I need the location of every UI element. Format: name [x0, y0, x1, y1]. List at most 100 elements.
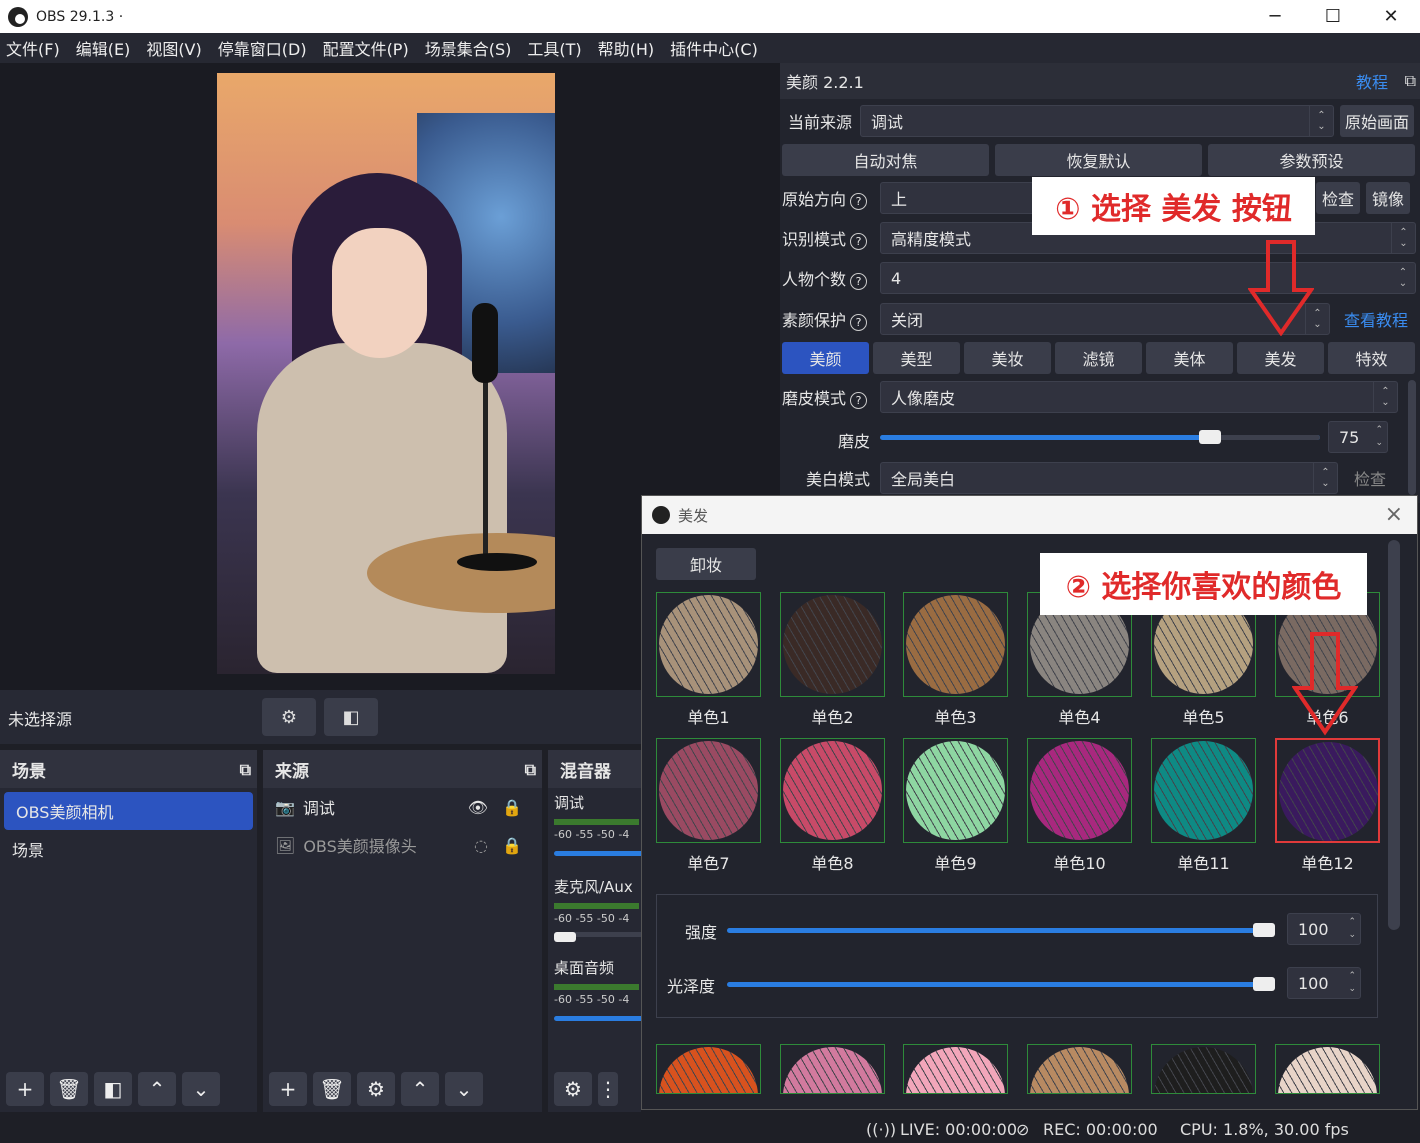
original-view-button[interactable]: 原始画面: [1340, 105, 1414, 137]
move-down-button[interactable]: ⌄: [445, 1072, 483, 1106]
eye-icon[interactable]: 👁: [468, 798, 488, 817]
popout-icon[interactable]: ⧉: [240, 760, 251, 780]
mirror-button[interactable]: 镜像: [1366, 182, 1410, 214]
hair-color-swatch[interactable]: [903, 1044, 1008, 1094]
tab-makeup[interactable]: 美妆: [964, 342, 1051, 374]
hair-color-swatch[interactable]: [903, 592, 1008, 697]
source-item[interactable]: 🖼 OBS美颜摄像头 ◌ 🔒: [263, 826, 542, 864]
mixer-menu-button[interactable]: ⋮: [598, 1072, 618, 1106]
hair-color-swatch[interactable]: [1151, 1044, 1256, 1094]
hair-color-swatch[interactable]: [1275, 738, 1380, 843]
add-scene-button[interactable]: +: [6, 1072, 44, 1106]
auto-focus-button[interactable]: 自动对焦: [782, 144, 989, 176]
smooth-mode-select[interactable]: 人像磨皮 ⌃ ⌄: [880, 381, 1398, 413]
source-item[interactable]: 📷 调试 👁 🔒: [263, 788, 542, 826]
hair-color-swatch[interactable]: [780, 738, 885, 843]
hair-color-swatch[interactable]: [656, 1044, 761, 1094]
tab-hair[interactable]: 美发: [1237, 342, 1324, 374]
tab-filter[interactable]: 滤镜: [1055, 342, 1142, 374]
hair-color-swatch[interactable]: [1275, 1044, 1380, 1094]
hair-color-swatch[interactable]: [780, 592, 885, 697]
source-filters-button[interactable]: ◧: [324, 698, 378, 736]
whitening-check-button[interactable]: 检查: [1354, 466, 1386, 490]
tutorial-link[interactable]: 教程: [1356, 69, 1388, 93]
mixer-settings-button[interactable]: ⚙: [554, 1072, 592, 1106]
menu-tools[interactable]: 工具(T): [521, 36, 591, 60]
eye-hidden-icon[interactable]: ◌: [474, 836, 488, 855]
close-icon[interactable]: ×: [1385, 502, 1403, 527]
hair-color-swatch[interactable]: [1151, 738, 1256, 843]
panel-scrollbar[interactable]: [1408, 380, 1416, 495]
menu-edit[interactable]: 编辑(E): [70, 36, 141, 60]
check-button[interactable]: 检查: [1316, 182, 1360, 214]
add-source-button[interactable]: +: [269, 1072, 307, 1106]
help-icon[interactable]: ?: [850, 392, 868, 409]
whitening-select[interactable]: 全局美白 ⌃ ⌄: [880, 462, 1338, 494]
preset-button[interactable]: 参数预设: [1208, 144, 1415, 176]
remove-source-button[interactable]: 🗑: [313, 1072, 351, 1106]
swatch-label: 单色7: [687, 854, 730, 873]
maximize-button[interactable]: ☐: [1304, 0, 1362, 33]
help-icon[interactable]: ?: [850, 193, 868, 210]
close-button[interactable]: ✕: [1362, 0, 1420, 33]
spin-value: 100: [1298, 919, 1329, 939]
minimize-button[interactable]: ─: [1246, 0, 1304, 33]
menu-help[interactable]: 帮助(H): [592, 36, 665, 60]
menu-profile[interactable]: 配置文件(P): [317, 36, 419, 60]
move-down-button[interactable]: ⌄: [182, 1072, 220, 1106]
hair-color-circle: [783, 595, 882, 694]
help-icon[interactable]: ?: [850, 314, 868, 331]
view-tutorial-link[interactable]: 查看教程: [1344, 307, 1408, 331]
move-up-button[interactable]: ⌃: [401, 1072, 439, 1106]
selected-value: 全局美白: [891, 470, 956, 489]
help-icon[interactable]: ?: [850, 233, 868, 250]
menu-plugins[interactable]: 插件中心(C): [664, 36, 768, 60]
remove-scene-button[interactable]: 🗑: [50, 1072, 88, 1106]
source-settings-button[interactable]: ⚙: [262, 698, 316, 736]
restore-default-button[interactable]: 恢复默认: [995, 144, 1202, 176]
menu-scene-collection[interactable]: 场景集合(S): [419, 36, 522, 60]
gloss-slider[interactable]: [727, 977, 1275, 991]
tab-effects[interactable]: 特效: [1328, 342, 1415, 374]
gear-icon: ⚙: [280, 706, 298, 728]
selected-value: 调试: [871, 113, 904, 132]
popout-icon[interactable]: ⧉: [525, 760, 536, 780]
menu-view[interactable]: 视图(V): [140, 36, 211, 60]
hair-color-swatch[interactable]: [1027, 1044, 1132, 1094]
chevron-updown-icon: ⌃ ⌄: [1309, 106, 1333, 136]
scene-item[interactable]: OBS美颜相机: [4, 792, 253, 830]
remove-makeup-button[interactable]: 卸妆: [656, 548, 756, 580]
tab-beauty[interactable]: 美颜: [782, 342, 869, 374]
smooth-spin[interactable]: 75 ⌃ ⌄: [1328, 421, 1388, 453]
strength-slider[interactable]: [727, 923, 1275, 937]
volume-slider[interactable]: [554, 932, 641, 942]
lock-icon[interactable]: 🔒: [502, 836, 522, 855]
hair-color-swatch[interactable]: [656, 592, 761, 697]
volume-slider[interactable]: [554, 1016, 641, 1021]
scene-item[interactable]: 场景: [0, 830, 257, 868]
scene-filters-button[interactable]: ◧: [94, 1072, 132, 1106]
people-count-spin[interactable]: 4 ⌃ ⌄: [880, 262, 1416, 294]
menu-file[interactable]: 文件(F): [0, 36, 70, 60]
menu-docks[interactable]: 停靠窗口(D): [212, 36, 317, 60]
strength-spin[interactable]: 100 ⌃ ⌄: [1287, 913, 1361, 945]
popout-icon[interactable]: ⧉: [1405, 71, 1416, 91]
hair-color-swatch[interactable]: [903, 738, 1008, 843]
slider-handle[interactable]: [1253, 923, 1275, 937]
gloss-spin[interactable]: 100 ⌃ ⌄: [1287, 967, 1361, 999]
move-up-button[interactable]: ⌃: [138, 1072, 176, 1106]
hair-color-swatch[interactable]: [656, 738, 761, 843]
tab-shape[interactable]: 美型: [873, 342, 960, 374]
tab-body[interactable]: 美体: [1146, 342, 1233, 374]
hair-color-swatch[interactable]: [1027, 738, 1132, 843]
volume-slider[interactable]: [554, 851, 641, 856]
dialog-scrollbar[interactable]: [1388, 540, 1400, 930]
smooth-slider[interactable]: [880, 430, 1320, 444]
slider-handle[interactable]: [1199, 430, 1221, 444]
hair-color-swatch[interactable]: [780, 1044, 885, 1094]
lock-icon[interactable]: 🔒: [502, 798, 522, 817]
help-icon[interactable]: ?: [850, 273, 868, 290]
slider-handle[interactable]: [1253, 977, 1275, 991]
current-source-select[interactable]: 调试 ⌃ ⌄: [860, 105, 1334, 137]
source-properties-button[interactable]: ⚙: [357, 1072, 395, 1106]
